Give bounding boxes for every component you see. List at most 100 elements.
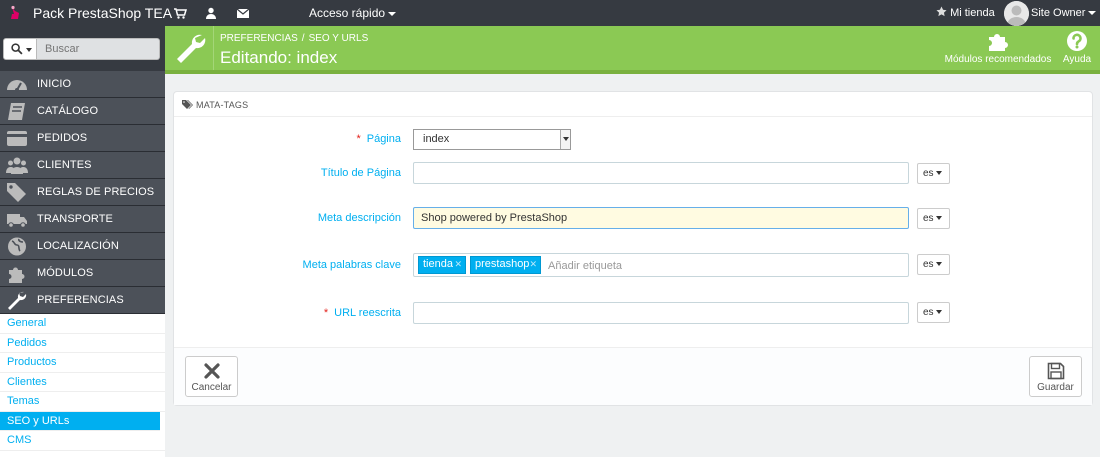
url-label-text: URL reescrita [334, 307, 401, 319]
search-icon [11, 43, 23, 55]
submenu-item-seo-urls[interactable]: SEO y URLs [0, 411, 160, 431]
sidebar-item-label: TRANSPORTE [37, 213, 113, 225]
submenu-item-temas[interactable]: Temas [0, 392, 165, 412]
header-divider [213, 26, 214, 70]
breadcrumb-item-preferencias[interactable]: PREFERENCIAS [220, 33, 298, 44]
sidebar-item-pedidos[interactable]: PEDIDOS [0, 125, 165, 152]
keywords-field-label: Meta palabras clave [302, 259, 401, 271]
user-avatar-icon [1004, 1, 1029, 26]
keyword-tag[interactable]: prestashop ✕ [470, 256, 541, 274]
sidebar-item-label: PREFERENCIAS [37, 294, 124, 306]
language-code: es [923, 259, 934, 270]
page-field-label: * Página [201, 133, 401, 145]
description-field-label: Meta descripción [317, 212, 401, 224]
truck-icon [7, 214, 27, 228]
my-shop-label: Mi tienda [950, 7, 995, 19]
breadcrumb-separator: / [301, 33, 305, 44]
sidebar-item-clientes[interactable]: CLIENTES [0, 152, 165, 179]
page-select-value: index [423, 133, 450, 145]
save-button[interactable]: Guardar [1029, 356, 1082, 397]
credit-card-icon [7, 131, 27, 146]
book-icon [8, 103, 25, 120]
required-mark: * [323, 307, 329, 319]
sidebar-item-reglas-de-precios[interactable]: REGLAS DE PRECIOS [0, 179, 165, 206]
help-button[interactable]: Ayuda [1061, 30, 1093, 65]
shop-name[interactable]: Pack PrestaShop TEA [33, 5, 172, 21]
chevron-down-icon [26, 48, 32, 52]
chevron-down-icon [560, 130, 570, 149]
url-field-label: * URL reescrita [201, 307, 401, 319]
star-icon [936, 6, 947, 17]
prestashop-logo-icon[interactable] [6, 4, 24, 22]
page-header: PREFERENCIAS / SEO Y URLS Editando: index … [165, 26, 1100, 74]
tags-icon [7, 183, 26, 202]
search-box [3, 38, 160, 60]
sidebar-item-catalogo[interactable]: CATÁLOGO [0, 98, 165, 125]
submenu-item-cms[interactable]: CMS [0, 431, 165, 451]
preferences-submenu: General Pedidos Productos Clientes Temas… [0, 314, 165, 457]
top-bar: Pack PrestaShop TEA Acceso rápido Mi tie… [0, 0, 1100, 26]
submenu-item-productos[interactable]: Productos [0, 353, 165, 373]
language-code: es [923, 168, 934, 179]
title-language-dropdown[interactable]: es [917, 163, 950, 184]
submenu-item-label: Pedidos [7, 336, 47, 349]
breadcrumb-item-seo-urls[interactable]: SEO Y URLS [309, 33, 369, 44]
chevron-down-icon [935, 310, 942, 315]
recommended-modules-label: Módulos recomendados [944, 54, 1052, 65]
panel-header: MATA-TAGS [174, 92, 1092, 117]
cart-icon[interactable] [173, 6, 187, 20]
add-tag-placeholder[interactable]: Añadir etiqueta [548, 260, 622, 272]
sidebar-item-inicio[interactable]: INICIO [0, 71, 165, 98]
rewritten-url-input[interactable] [413, 302, 909, 324]
help-label: Ayuda [1062, 54, 1092, 65]
sidebar-item-modulos[interactable]: MÓDULOS [0, 260, 165, 287]
main-menu: INICIO CATÁLOGO PEDIDOS CLIENTES REGLAS … [0, 71, 165, 314]
user-menu[interactable]: Site Owner [1031, 7, 1097, 19]
quick-access-label: Acceso rápido [309, 6, 386, 20]
keyword-tag[interactable]: tienda ✕ [418, 256, 466, 274]
sidebar: INICIO CATÁLOGO PEDIDOS CLIENTES REGLAS … [0, 26, 165, 457]
required-mark: * [356, 133, 361, 145]
remove-tag-icon[interactable]: ✕ [529, 259, 537, 270]
envelope-icon[interactable] [236, 6, 250, 20]
submenu-item-clientes[interactable]: Clientes [0, 373, 165, 392]
keywords-language-dropdown[interactable]: es [917, 254, 950, 275]
sidebar-item-preferencias[interactable]: PREFERENCIAS [0, 287, 165, 314]
keyword-tag-label: tienda [423, 258, 453, 270]
wrench-icon [8, 291, 27, 310]
recommended-modules-button[interactable]: Módulos recomendados [943, 30, 1053, 65]
language-code: es [923, 307, 934, 318]
meta-description-input[interactable]: Shop powered by PrestaShop [413, 207, 909, 229]
page-title: Editando: index [220, 48, 338, 67]
submenu-item-general[interactable]: General [0, 314, 165, 334]
user-icon[interactable] [204, 6, 218, 20]
chevron-down-icon [388, 11, 397, 16]
keyword-tag-label: prestashop [475, 258, 530, 270]
submenu-item-label: Productos [7, 356, 57, 368]
chevron-down-icon [935, 216, 942, 221]
submenu-item-label: Temas [7, 395, 40, 407]
sidebar-item-label: INICIO [37, 78, 72, 90]
submenu-item-pedidos[interactable]: Pedidos [0, 334, 165, 353]
breadcrumb: PREFERENCIAS / SEO Y URLS [220, 33, 368, 44]
remove-tag-icon[interactable]: ✕ [454, 259, 462, 270]
description-language-dropdown[interactable]: es [917, 208, 950, 229]
sidebar-item-label: MÓDULOS [37, 267, 94, 279]
sidebar-item-transporte[interactable]: TRANSPORTE [0, 206, 165, 233]
puzzle-icon [989, 34, 1008, 51]
search-input[interactable] [37, 38, 160, 60]
my-shop-link[interactable]: Mi tienda [936, 6, 995, 19]
cancel-button[interactable]: Cancelar [185, 356, 238, 397]
quick-access-menu[interactable]: Acceso rápido [309, 6, 397, 20]
save-icon [1047, 362, 1064, 380]
page-select[interactable]: index [413, 129, 571, 150]
page-title-input[interactable] [413, 162, 909, 184]
sidebar-item-localizacion[interactable]: LOCALIZACIÓN [0, 233, 165, 260]
avatar[interactable] [1004, 1, 1029, 26]
sidebar-item-label: LOCALIZACIÓN [37, 240, 119, 252]
url-language-dropdown[interactable]: es [917, 302, 950, 323]
search-type-button[interactable] [3, 38, 37, 60]
save-label: Guardar [1037, 382, 1074, 393]
submenu-item-label: Clientes [7, 375, 47, 388]
dashboard-icon [7, 80, 27, 92]
